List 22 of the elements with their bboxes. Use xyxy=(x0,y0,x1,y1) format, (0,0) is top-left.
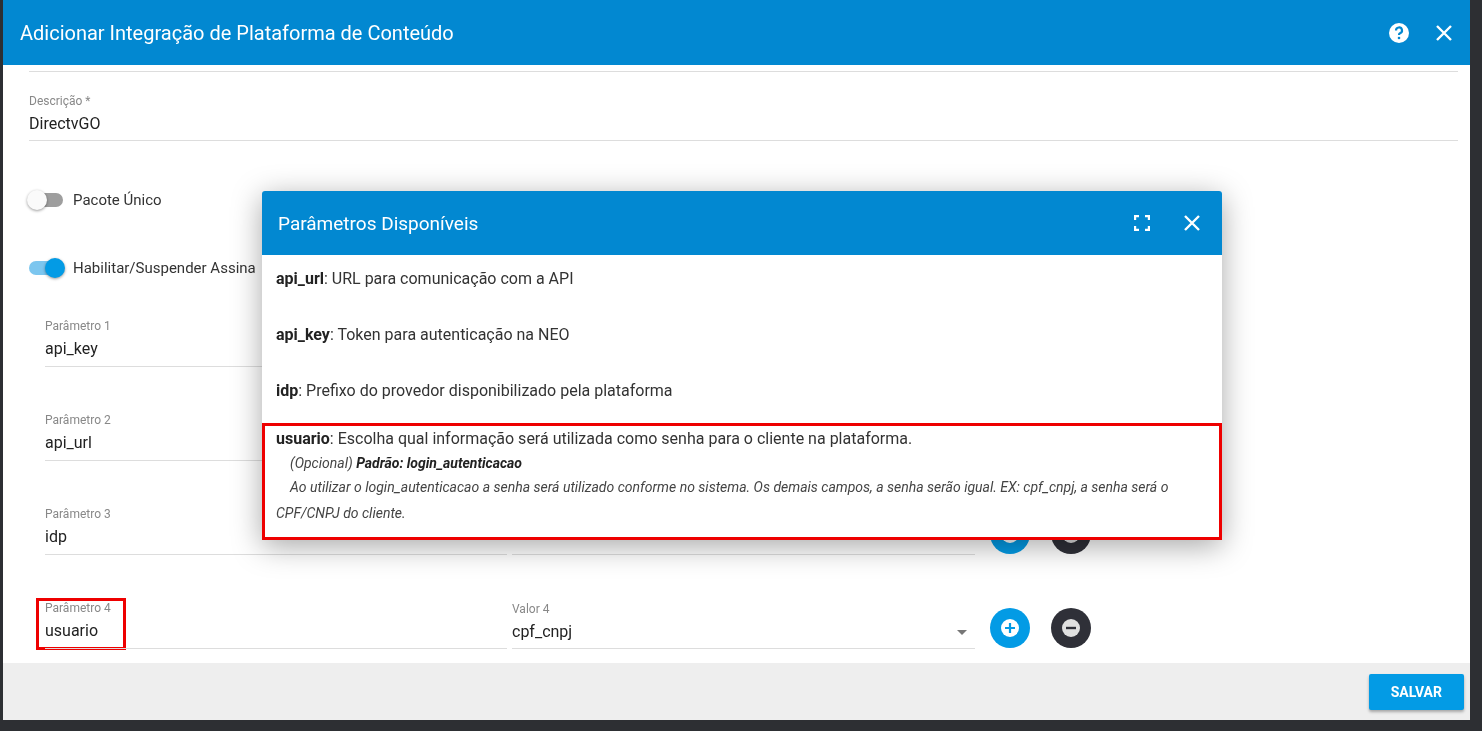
parameter-description: idp: Prefixo do provedor disponibilizado pela plataforma xyxy=(275,380,674,402)
field-value: api_key xyxy=(45,338,98,360)
field-label: Parâmetro 1 xyxy=(45,319,111,333)
field-label: Valor 4 xyxy=(512,602,550,616)
note-text: (Opcional) Padrão: login_autenticacao xyxy=(289,454,522,474)
field-label: Descrição * xyxy=(29,94,91,108)
description-text: usuario: Escolha qual informação será utilizada como senha para o cliente na plataforma. xyxy=(276,429,913,448)
detail-text: Ao utilizar o login_autenticacao a senha será utilizado conforme no sistema. Os demais campos, a senha serão igual. EX: cpf_cnpj, a senha será o CPF/CNPJ do cliente. xyxy=(276,478,1170,523)
parameter-description: api_url: URL para comunicação com a API xyxy=(275,268,575,290)
field-value: idp xyxy=(45,526,67,548)
toggle-label: Pacote Único xyxy=(73,191,162,209)
field-value: cpf_cnpj xyxy=(512,621,574,643)
field-label: Parâmetro 4 xyxy=(45,601,111,615)
field-value: DirectvGO xyxy=(29,113,101,135)
dialog-title: Adicionar Integração de Plataforma de Conteúdo xyxy=(20,20,455,45)
field-value: api_url xyxy=(45,432,92,454)
field-value: usuario xyxy=(45,620,99,642)
field-label: Parâmetro 3 xyxy=(45,507,111,521)
field-label: Parâmetro 2 xyxy=(45,413,111,427)
parameter-description: api_key: Token para autenticação na NEO xyxy=(275,324,571,346)
toggle-label: Habilitar/Suspender Assina xyxy=(73,259,256,277)
modal-title: Parâmetros Disponíveis xyxy=(278,211,480,235)
